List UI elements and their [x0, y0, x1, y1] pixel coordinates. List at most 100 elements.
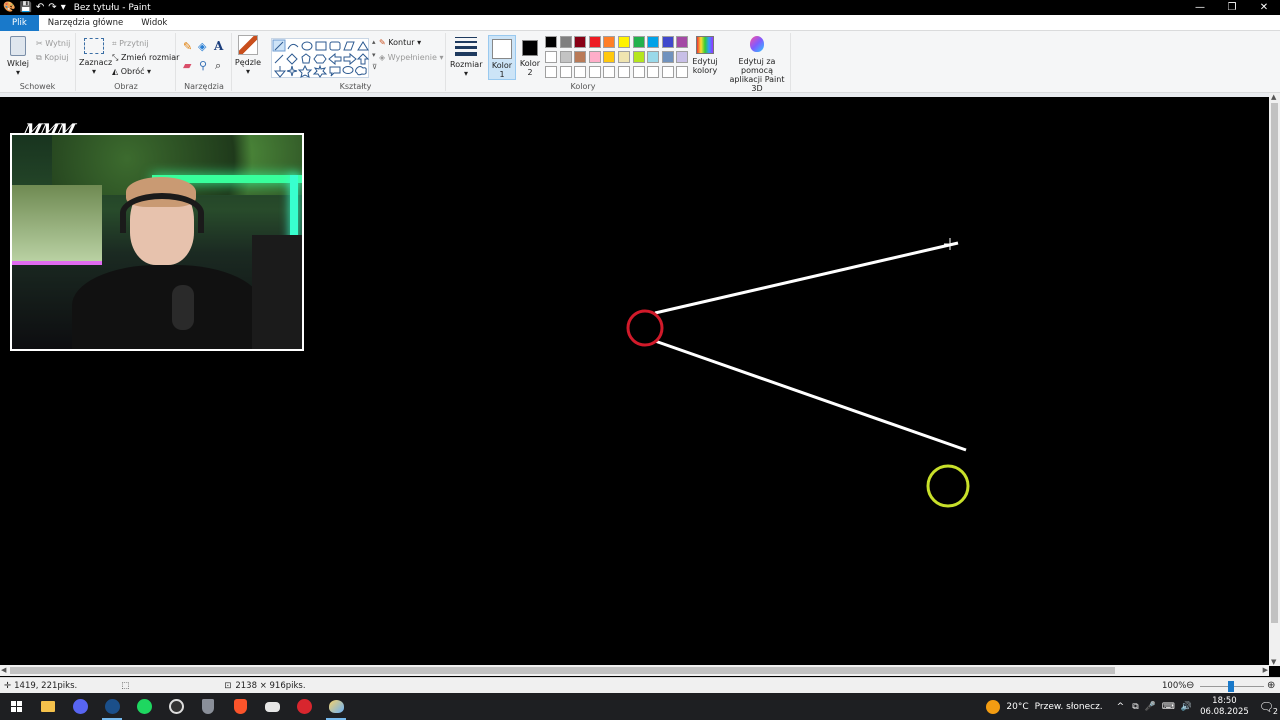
paint3d-button[interactable]: Edytuj za pomocą aplikacji Paint 3D — [724, 36, 790, 93]
fill-button[interactable]: ◈ Wypełnienie ▾ — [379, 53, 443, 62]
scroll-right-icon[interactable]: ▶ — [1263, 666, 1268, 674]
palette-swatch[interactable] — [545, 66, 557, 78]
brushes-button[interactable]: Pędzle ▾ — [234, 35, 262, 76]
tab-file[interactable]: Plik — [0, 14, 39, 31]
palette-swatch[interactable] — [647, 51, 660, 63]
customize-quick-access-icon[interactable]: ▾ — [61, 2, 66, 13]
palette-swatch[interactable] — [574, 51, 587, 63]
brush-icon — [238, 35, 258, 55]
palette-swatch[interactable] — [545, 36, 557, 48]
rotate-button[interactable]: ◭ Obróć ▾ — [112, 67, 151, 76]
scroll-down-icon[interactable]: ▼ — [1271, 658, 1276, 666]
copy-button[interactable]: ⧉ Kopiuj — [36, 53, 69, 63]
paste-dropdown-icon[interactable]: ▾ — [4, 68, 32, 77]
meet-now-icon[interactable]: ⧉ — [1132, 702, 1138, 712]
horizontal-scroll-thumb[interactable] — [10, 667, 1115, 674]
taskbar-spotify[interactable] — [128, 693, 160, 720]
palette-swatch[interactable] — [559, 66, 572, 78]
close-icon[interactable]: ✕ — [1248, 0, 1280, 15]
palette-swatch[interactable] — [574, 36, 587, 48]
shapes-gallery[interactable] — [271, 38, 370, 78]
tab-home[interactable]: Narzędzia główne — [39, 15, 132, 31]
size-button[interactable]: Rozmiar ▾ — [450, 35, 483, 78]
start-button[interactable] — [0, 693, 32, 720]
palette-swatch[interactable] — [603, 36, 616, 48]
palette-swatch[interactable] — [574, 66, 587, 78]
palette-swatch[interactable] — [588, 36, 601, 48]
undo-icon[interactable]: ↶ — [36, 2, 44, 13]
palette-swatch[interactable] — [647, 66, 660, 78]
vertical-scrollbar[interactable]: ▲ ▼ — [1269, 93, 1280, 666]
palette-swatch[interactable] — [618, 66, 630, 78]
taskbar-app-red[interactable] — [288, 693, 320, 720]
edit-colors-button[interactable]: Edytuj kolory — [691, 36, 719, 75]
shapes-scroll-down-icon[interactable]: ▾ — [372, 51, 376, 59]
weather-text[interactable]: Przew. słonecz. — [1035, 702, 1103, 712]
select-dropdown-icon[interactable]: ▾ — [79, 67, 109, 76]
restore-icon[interactable]: ❐ — [1216, 0, 1248, 15]
scroll-left-icon[interactable]: ◀ — [1, 666, 6, 674]
palette-swatch[interactable] — [559, 36, 572, 48]
palette-swatch[interactable] — [588, 51, 601, 63]
palette-swatch[interactable] — [545, 51, 557, 63]
palette-swatch[interactable] — [676, 36, 689, 48]
color2-button[interactable]: Kolor 2 — [518, 35, 542, 77]
scroll-up-icon[interactable]: ▲ — [1271, 93, 1276, 101]
clock[interactable]: 18:50 06.08.2025 — [1200, 696, 1249, 718]
tab-view[interactable]: Widok — [132, 15, 176, 31]
palette-swatch[interactable] — [632, 51, 645, 63]
palette-swatch[interactable] — [603, 66, 616, 78]
color-picker-icon[interactable]: ⚲ — [199, 59, 207, 72]
network-icon[interactable]: ⌨ — [1162, 702, 1175, 712]
palette-swatch[interactable] — [618, 36, 630, 48]
weather-temp[interactable]: 20°C — [1006, 702, 1028, 712]
fill-bucket-icon[interactable]: ◈ — [198, 40, 206, 53]
taskbar-paint[interactable] — [320, 693, 352, 720]
crop-button[interactable]: ⌗ Przytnij — [112, 39, 149, 49]
minimize-icon[interactable]: — — [1184, 0, 1216, 15]
show-hidden-icons-icon[interactable]: ^ — [1117, 702, 1125, 712]
taskbar-steam[interactable] — [96, 693, 128, 720]
vertical-scroll-thumb[interactable] — [1271, 103, 1278, 623]
zoom-in-icon[interactable]: ⊕ — [1267, 680, 1275, 691]
save-icon[interactable]: 💾 — [19, 2, 31, 13]
taskbar-discord-2[interactable] — [256, 693, 288, 720]
clock-date: 06.08.2025 — [1200, 706, 1249, 717]
magnifier-icon[interactable]: ⌕ — [215, 59, 221, 73]
color1-button[interactable]: Kolor 1 — [488, 35, 516, 80]
resize-button[interactable]: ⤡ Zmień rozmiar — [112, 53, 179, 63]
taskbar-vpn[interactable] — [192, 693, 224, 720]
eraser-icon[interactable]: ▰ — [183, 59, 191, 72]
zoom-out-icon[interactable]: ⊖ — [1186, 680, 1194, 691]
palette-swatch[interactable] — [632, 36, 645, 48]
palette-swatch[interactable] — [588, 66, 601, 78]
palette-swatch[interactable] — [661, 36, 674, 48]
shapes-more-icon[interactable]: ⊽ — [372, 63, 377, 71]
zoom-slider-thumb[interactable] — [1228, 681, 1234, 692]
pencil-icon[interactable]: ✎ — [183, 40, 192, 53]
palette-swatch[interactable] — [661, 66, 674, 78]
palette-swatch[interactable] — [676, 51, 689, 63]
paste-button[interactable]: Wklej ▾ — [4, 36, 32, 77]
palette-swatch[interactable] — [632, 66, 645, 78]
taskbar-discord[interactable] — [64, 693, 96, 720]
horizontal-scrollbar[interactable]: ◀ ▶ — [0, 665, 1269, 676]
palette-swatch[interactable] — [661, 51, 674, 63]
cut-button[interactable]: ✂ Wytnij — [36, 39, 70, 48]
taskbar-obs[interactable] — [160, 693, 192, 720]
palette-swatch[interactable] — [676, 66, 689, 78]
shapes-scroll-up-icon[interactable]: ▴ — [372, 38, 376, 46]
redo-icon[interactable]: ↷ — [48, 2, 56, 13]
palette-swatch[interactable] — [559, 51, 572, 63]
select-button[interactable]: Zaznacz ▾ — [79, 38, 112, 76]
outline-button[interactable]: ✎ Kontur ▾ — [379, 38, 421, 47]
taskbar-brave[interactable] — [224, 693, 256, 720]
volume-icon[interactable]: 🔊 — [1181, 702, 1192, 712]
palette-swatch[interactable] — [618, 51, 630, 63]
palette-swatch[interactable] — [647, 36, 660, 48]
palette-swatch[interactable] — [603, 51, 616, 63]
text-tool-icon[interactable]: A — [214, 39, 223, 53]
notification-button[interactable]: 🗨 2 — [1259, 700, 1278, 716]
taskbar-file-explorer[interactable] — [32, 693, 64, 720]
microphone-icon[interactable]: 🎤 — [1145, 702, 1156, 712]
